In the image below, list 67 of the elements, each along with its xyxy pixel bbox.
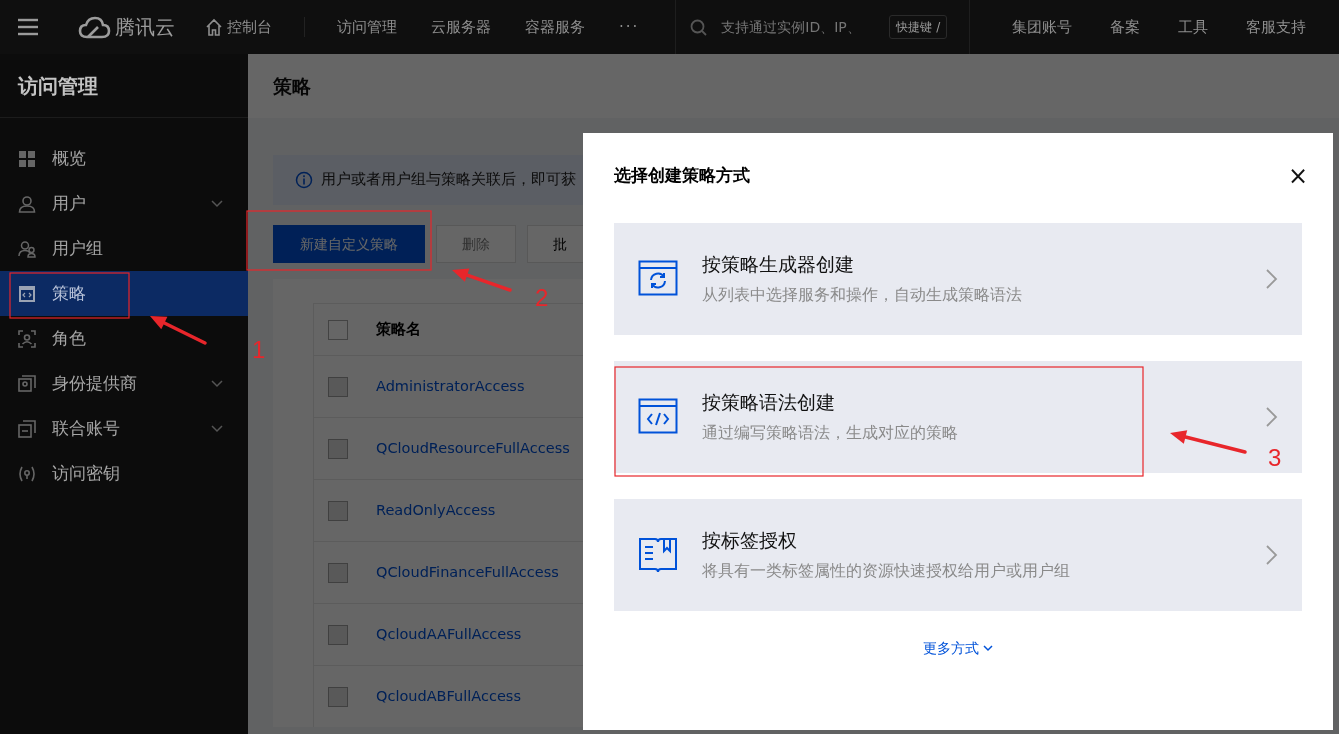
chevron-right-icon [1265, 405, 1278, 428]
checkbox[interactable] [328, 624, 348, 645]
key-icon [18, 464, 36, 483]
arrow [150, 316, 207, 345]
search-field[interactable]: 支持通过实例ID、IP、 [719, 15, 890, 39]
user-icon [18, 194, 36, 213]
nav-link[interactable]: 容器服务 [525, 15, 585, 39]
chevron-down-icon [983, 644, 993, 652]
shortcut-badge: 快捷键 / [889, 15, 948, 39]
option-card[interactable]: 按策略生成器创建 从列表中选择服务和操作，自动生成策略语法 [614, 222, 1302, 335]
console-link[interactable]: 控制台 [205, 15, 272, 39]
info-icon [295, 171, 313, 189]
checkbox[interactable] [328, 438, 348, 459]
role-frame-icon [18, 329, 36, 348]
console-label: 控制台 [227, 16, 272, 38]
more-menu[interactable]: ··· [619, 15, 640, 39]
nav-link[interactable]: 备案 [1110, 15, 1140, 39]
dialog-title: 选择创建策略方式 [614, 164, 750, 187]
page-title: 策略 [273, 73, 311, 99]
option-description: 通过编写策略语法，生成对应的策略 [702, 421, 958, 444]
search-icon [690, 18, 708, 36]
checkbox[interactable] [328, 562, 348, 583]
chevron-right-icon [1265, 543, 1278, 566]
grid-icon [18, 149, 36, 168]
option-card[interactable]: 按标签授权 将具有一类标签属性的资源快速授权给用户或用户组 [614, 498, 1302, 611]
sidebar-item[interactable]: 用户组 [0, 226, 248, 271]
code-window-icon [638, 398, 678, 435]
open-book-icon [638, 536, 678, 573]
sidebar-title: 访问管理 [18, 72, 98, 100]
nav-link[interactable]: 访问管理 [337, 15, 397, 39]
sync-window-icon [638, 260, 678, 297]
nav-link[interactable]: 客服支持 [1246, 15, 1306, 39]
arrow [452, 268, 512, 292]
sidebar-item[interactable]: 用户 [0, 181, 248, 226]
notice-text: 用户或者用户组与策略关联后，即可获 [321, 170, 576, 190]
chevron-right-icon [1265, 267, 1278, 290]
sidebar-item[interactable]: 角色 [0, 316, 248, 361]
column-header: 策略名 [376, 319, 421, 341]
sidebar-item[interactable]: 策略 [0, 271, 248, 316]
checkbox[interactable] [328, 686, 348, 707]
code-window-icon [18, 284, 36, 303]
stacked-pages-icon [18, 419, 36, 438]
user-group-icon [18, 239, 36, 258]
checkbox[interactable] [328, 376, 348, 397]
option-title: 按标签授权 [702, 528, 798, 554]
checkbox[interactable] [328, 500, 348, 521]
option-title: 按策略语法创建 [702, 390, 836, 416]
home-icon [205, 18, 223, 36]
sidebar-item[interactable]: 概览 [0, 136, 248, 181]
nav-link[interactable]: 云服务器 [431, 15, 491, 39]
option-title: 按策略生成器创建 [702, 252, 855, 278]
menu-icon[interactable] [16, 16, 40, 38]
step-number: 1 [252, 336, 266, 363]
cloud-logo-icon [78, 14, 111, 40]
option-description: 将具有一类标签属性的资源快速授权给用户或用户组 [702, 559, 1070, 582]
step-number: 3 [1268, 444, 1282, 471]
sidebar-item[interactable]: 访问密钥 [0, 451, 248, 496]
nav-link[interactable]: 集团账号 [1012, 15, 1072, 39]
nav-link[interactable]: 工具 [1178, 15, 1208, 39]
option-description: 从列表中选择服务和操作，自动生成策略语法 [702, 283, 1022, 306]
more-options-link[interactable]: 更多方式 [923, 637, 993, 659]
sidebar-item[interactable]: 联合账号 [0, 406, 248, 451]
brand-name: 腾讯云 [115, 14, 175, 41]
close-button[interactable]: × [1283, 163, 1312, 188]
sidebar-item[interactable]: 身份提供商 [0, 361, 248, 406]
checkbox[interactable] [328, 319, 348, 340]
step-number: 2 [535, 284, 549, 311]
